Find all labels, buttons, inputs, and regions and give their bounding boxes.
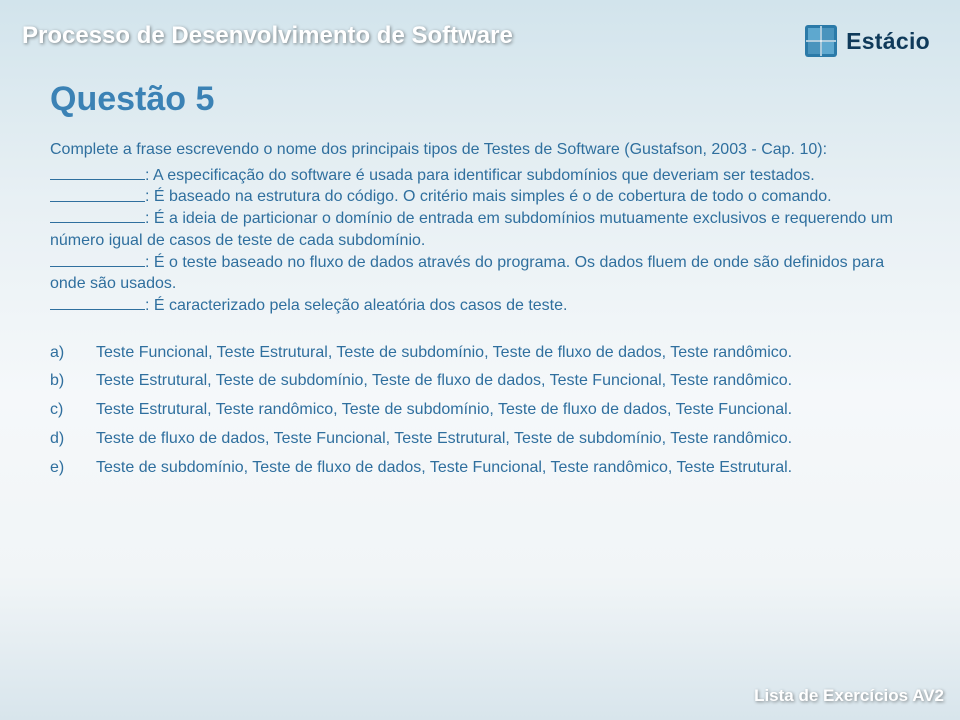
option-d[interactable]: d) Teste de fluxo de dados, Teste Funcio… [50,427,910,452]
option-text: Teste Funcional, Teste Estrutural, Teste… [96,341,910,366]
header: Processo de Desenvolvimento de Software … [0,0,960,58]
brand-logo-icon [804,24,838,58]
blank-line [50,165,145,180]
question-title: Questão 5 [50,80,910,119]
option-label: a) [50,341,96,366]
brand-name: Estácio [846,28,930,55]
option-c[interactable]: c) Teste Estrutural, Teste randômico, Te… [50,398,910,423]
option-text: Teste de subdomínio, Teste de fluxo de d… [96,456,910,481]
option-text: Teste Estrutural, Teste de subdomínio, T… [96,369,910,394]
option-b[interactable]: b) Teste Estrutural, Teste de subdomínio… [50,369,910,394]
option-e[interactable]: e) Teste de subdomínio, Teste de fluxo d… [50,456,910,481]
fill-text: : A especificação do software é usada pa… [145,167,815,184]
fill-item: : É o teste baseado no fluxo de dados at… [50,252,910,295]
option-text: Teste Estrutural, Teste randômico, Teste… [96,398,910,423]
option-text: Teste de fluxo de dados, Teste Funcional… [96,427,910,452]
fill-text: : É baseado na estrutura do código. O cr… [145,189,832,206]
blank-line [50,295,145,310]
content: Questão 5 Complete a frase escrevendo o … [0,58,960,481]
option-label: b) [50,369,96,394]
fill-item: : É baseado na estrutura do código. O cr… [50,186,910,208]
option-label: c) [50,398,96,423]
blank-line [50,208,145,223]
page-title: Processo de Desenvolvimento de Software [22,22,513,50]
fill-item: : É a ideia de particionar o domínio de … [50,208,910,251]
fill-text: : É o teste baseado no fluxo de dados at… [50,254,884,293]
question-intro: Complete a frase escrevendo o nome dos p… [50,139,910,161]
brand-logo: Estácio [804,24,930,58]
blank-line [50,186,145,201]
option-label: d) [50,427,96,452]
blank-line [50,252,145,267]
option-label: e) [50,456,96,481]
fill-in-block: : A especificação do software é usada pa… [50,165,910,317]
fill-item: : A especificação do software é usada pa… [50,165,910,187]
fill-text: : É caracterizado pela seleção aleatória… [145,297,567,314]
fill-text: : É a ideia de particionar o domínio de … [50,210,893,249]
fill-item: : É caracterizado pela seleção aleatória… [50,295,910,317]
option-a[interactable]: a) Teste Funcional, Teste Estrutural, Te… [50,341,910,366]
options-list: a) Teste Funcional, Teste Estrutural, Te… [50,341,910,481]
footer-text: Lista de Exercícios AV2 [754,686,944,706]
